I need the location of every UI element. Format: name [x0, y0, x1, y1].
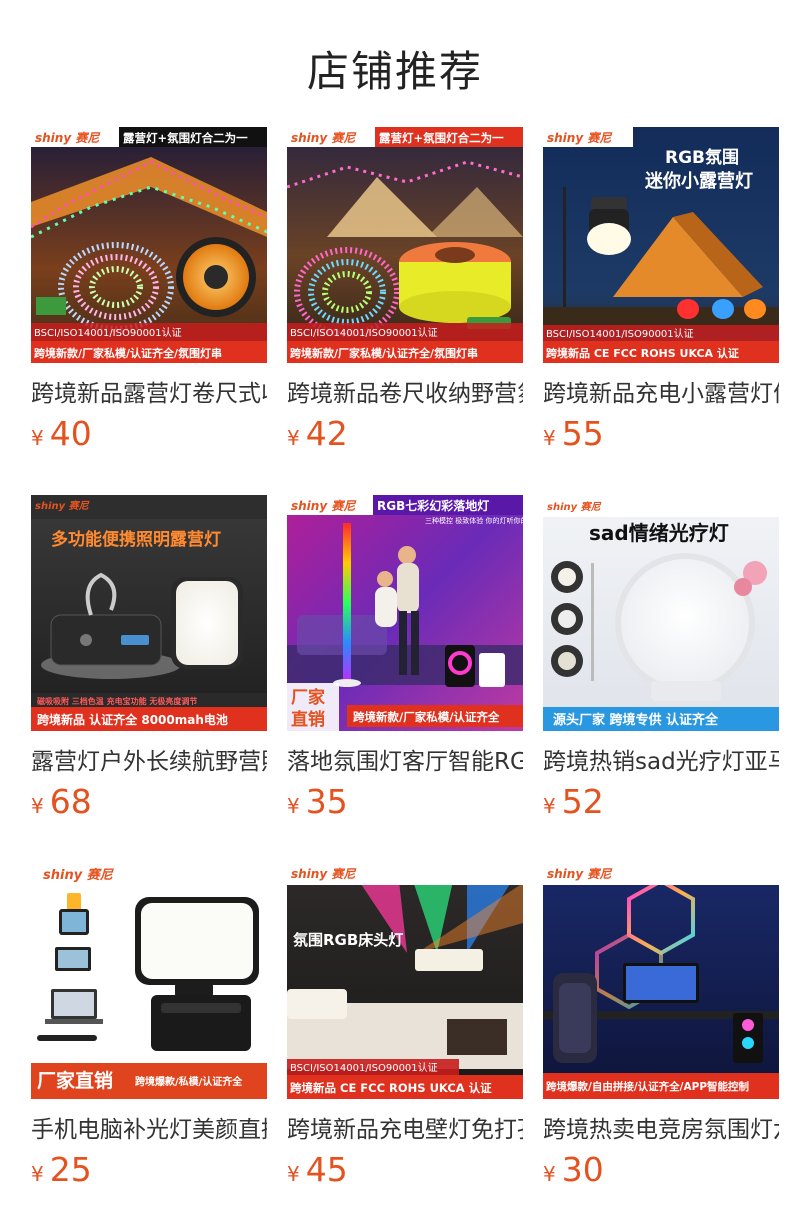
product-name[interactable]: 跨境新品露营灯卷尺式收纳野营灯: [31, 377, 267, 411]
product-name[interactable]: 跨境新品卷尺收纳野营氛围灯: [287, 377, 523, 411]
brand-logo: shiny 赛尼: [291, 499, 356, 513]
cert-banner: BSCI/ISO14001/ISO90001认证: [546, 327, 694, 340]
brand-logo: shiny 赛尼: [547, 131, 612, 145]
product-card[interactable]: shiny 赛尼 露营灯+氛围灯合二为一 BSCI/ISO14001/ISO90…: [31, 127, 267, 495]
product-image[interactable]: shiny 赛尼 跨境爆款/自由拼接/认证齐全/APP智能控制: [543, 863, 779, 1099]
product-image[interactable]: shiny 赛尼 露营灯+氛围灯合二为一 BSCI/ISO14001/ISO90…: [287, 127, 523, 363]
product-name[interactable]: 跨境新品充电壁灯免打孔床头灯: [287, 1113, 523, 1147]
brand-logo: shiny 赛尼: [35, 131, 100, 145]
product-card[interactable]: shiny 赛尼 多功能便携照明露营灯 磁吸吸附 三档色温 充电宝功能 无极亮度…: [31, 495, 267, 863]
price-value: 40: [49, 414, 92, 453]
product-card[interactable]: shiny 赛尼 RGB七彩幻彩落地灯 三种模控 极致体验 你的灯听你的 厂家 …: [287, 495, 523, 863]
price-value: 30: [561, 1150, 604, 1189]
cert-banner: BSCI/ISO14001/ISO90001认证: [290, 326, 438, 339]
currency-symbol: ¥: [543, 426, 556, 450]
badge-1: 厂家直销: [37, 1069, 113, 1092]
brand-logo: shiny 赛尼: [43, 867, 115, 883]
currency-symbol: ¥: [287, 794, 300, 818]
currency-symbol: ¥: [287, 426, 300, 450]
product-card[interactable]: shiny 赛尼 露营灯+氛围灯合二为一 BSCI/ISO14001/ISO90…: [287, 127, 523, 495]
brand-logo: shiny 赛尼: [547, 867, 612, 881]
product-price: ¥25: [31, 1150, 92, 1189]
bottom-banner: 跨境新品 认证齐全 8000mah电池: [37, 712, 228, 727]
currency-symbol: ¥: [31, 426, 44, 450]
feature-line: 磁吸吸附 三档色温 充电宝功能 无极亮度调节: [37, 696, 197, 706]
product-card[interactable]: shiny 赛尼 厂家直销 跨境爆款/私模/认证齐全 手机电脑补光灯美颜直播灯 …: [31, 863, 267, 1231]
top-banner: 露营灯+氛围灯合二为一: [379, 131, 504, 145]
product-card[interactable]: shiny 赛尼 sad情绪光疗灯 源头厂家 跨境专供 认证齐全 跨境热销sad…: [543, 495, 779, 863]
price-value: 55: [561, 414, 604, 453]
currency-symbol: ¥: [287, 1162, 300, 1186]
brand-logo: shiny 赛尼: [291, 867, 356, 881]
product-image[interactable]: shiny 赛尼 氛围RGB床头灯 BSCI/ISO14001/ISO90001…: [287, 863, 523, 1099]
store-recommendations-page: 店铺推荐 shiny 赛尼 露营灯+氛围灯合二为一 BSCI/ISO14001/…: [0, 0, 790, 1232]
product-image[interactable]: shiny 赛尼 多功能便携照明露营灯 磁吸吸附 三档色温 充电宝功能 无极亮度…: [31, 495, 267, 731]
currency-symbol: ¥: [31, 1162, 44, 1186]
headline-2: 迷你小露营灯: [644, 170, 753, 192]
product-price: ¥55: [543, 414, 604, 453]
product-price: ¥40: [31, 414, 92, 453]
top-banner: 露营灯+氛围灯合二为一: [123, 131, 248, 145]
bottom-banner: 跨境新款/厂家私模/认证齐全/氛围灯串: [290, 346, 478, 360]
product-name[interactable]: 露营灯户外长续航野营照明灯: [31, 745, 267, 779]
product-image[interactable]: shiny 赛尼 sad情绪光疗灯 源头厂家 跨境专供 认证齐全: [543, 495, 779, 731]
price-value: 68: [49, 782, 92, 821]
headline-1: sad情绪光疗灯: [589, 521, 729, 545]
price-value: 45: [305, 1150, 348, 1189]
top-banner: RGB七彩幻彩落地灯: [377, 498, 489, 513]
product-image[interactable]: shiny 赛尼 RGB七彩幻彩落地灯 三种模控 极致体验 你的灯听你的 厂家 …: [287, 495, 523, 731]
currency-symbol: ¥: [31, 794, 44, 818]
product-price: ¥52: [543, 782, 604, 821]
product-grid: shiny 赛尼 露营灯+氛围灯合二为一 BSCI/ISO14001/ISO90…: [31, 127, 779, 1231]
price-value: 35: [305, 782, 348, 821]
badge-1: 厂家: [291, 687, 325, 708]
price-value: 42: [305, 414, 348, 453]
headline-1: RGB氛围: [665, 147, 739, 168]
brand-logo: shiny 赛尼: [291, 131, 356, 145]
product-name[interactable]: 跨境热卖电竞房氛围灯六边形: [543, 1113, 779, 1147]
headline-1: 多功能便携照明露营灯: [51, 529, 221, 550]
product-price: ¥35: [287, 782, 348, 821]
bottom-banner: 跨境新款/厂家私模/认证齐全/氛围灯串: [34, 346, 222, 360]
product-card[interactable]: shiny 赛尼 氛围RGB床头灯 BSCI/ISO14001/ISO90001…: [287, 863, 523, 1231]
product-price: ¥30: [543, 1150, 604, 1189]
bottom-banner: 跨境新品 CE FCC ROHS UKCA 认证: [546, 346, 739, 360]
price-value: 52: [561, 782, 604, 821]
product-name[interactable]: 手机电脑补光灯美颜直播灯: [31, 1113, 267, 1147]
currency-symbol: ¥: [543, 794, 556, 818]
headline-1: 氛围RGB床头灯: [293, 931, 403, 949]
badge-2: 直销: [291, 709, 325, 730]
bottom-banner: 跨境新款/厂家私模/认证齐全: [353, 710, 500, 724]
bottom-banner: 跨境爆款/私模/认证齐全: [135, 1075, 243, 1088]
product-price: ¥42: [287, 414, 348, 453]
cert-banner: BSCI/ISO14001/ISO90001认证: [34, 326, 182, 339]
product-image[interactable]: shiny 赛尼 厂家直销 跨境爆款/私模/认证齐全: [31, 863, 267, 1099]
product-name[interactable]: 落地氛围灯客厅智能RGB落地灯: [287, 745, 523, 779]
price-value: 25: [49, 1150, 92, 1189]
product-name[interactable]: 跨境新品充电小露营灯便携: [543, 377, 779, 411]
page-title: 店铺推荐: [306, 47, 483, 96]
brand-logo: shiny 赛尼: [35, 500, 90, 512]
product-price: ¥45: [287, 1150, 348, 1189]
currency-symbol: ¥: [543, 1162, 556, 1186]
product-price: ¥68: [31, 782, 92, 821]
product-card[interactable]: shiny 赛尼 跨境爆款/自由拼接/认证齐全/APP智能控制 跨境热卖电竞房氛…: [543, 863, 779, 1231]
cert-banner: BSCI/ISO14001/ISO90001认证: [290, 1061, 438, 1074]
product-image[interactable]: shiny 赛尼 露营灯+氛围灯合二为一 BSCI/ISO14001/ISO90…: [31, 127, 267, 363]
brand-logo: shiny 赛尼: [547, 501, 602, 513]
bottom-banner: 跨境爆款/自由拼接/认证齐全/APP智能控制: [546, 1080, 749, 1093]
product-name[interactable]: 跨境热销sad光疗灯亚马逊: [543, 745, 779, 779]
product-card[interactable]: shiny 赛尼 RGB氛围 迷你小露营灯 BSCI/ISO14001/ISO9…: [543, 127, 779, 495]
product-image[interactable]: shiny 赛尼 RGB氛围 迷你小露营灯 BSCI/ISO14001/ISO9…: [543, 127, 779, 363]
bottom-banner: 跨境新品 CE FCC ROHS UKCA 认证: [290, 1081, 492, 1095]
sub-line: 三种模控 极致体验 你的灯听你的: [425, 516, 523, 525]
bottom-banner: 源头厂家 跨境专供 认证齐全: [553, 712, 719, 728]
